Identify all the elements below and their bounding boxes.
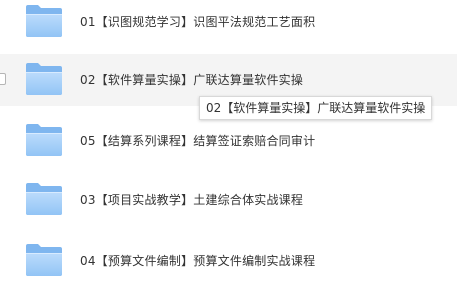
file-name: 05【结算系列课程】结算签证索赔合同审计 xyxy=(80,134,316,148)
file-row-4[interactable]: 04【预算文件编制】预算文件编制实战课程 xyxy=(0,235,457,287)
file-name: 01【识图规范学习】识图平法规范工艺面积 xyxy=(80,15,316,29)
folder-icon xyxy=(25,62,63,96)
folder-icon xyxy=(25,4,63,38)
file-name: 03【项目实战教学】土建综合体实战课程 xyxy=(80,193,304,207)
file-row-0[interactable]: 01【识图规范学习】识图平法规范工艺面积 xyxy=(0,0,457,48)
folder-icon xyxy=(25,182,63,216)
folder-icon xyxy=(25,243,63,277)
file-name: 04【预算文件编制】预算文件编制实战课程 xyxy=(80,254,316,268)
filename-tooltip: 02【软件算量实操】广联达算量软件实操 xyxy=(199,96,433,120)
folder-icon xyxy=(25,123,63,157)
select-checkbox[interactable] xyxy=(0,73,6,85)
file-row-2[interactable]: 05【结算系列课程】结算签证索赔合同审计 xyxy=(0,115,457,167)
file-row-3[interactable]: 03【项目实战教学】土建综合体实战课程 xyxy=(0,174,457,226)
